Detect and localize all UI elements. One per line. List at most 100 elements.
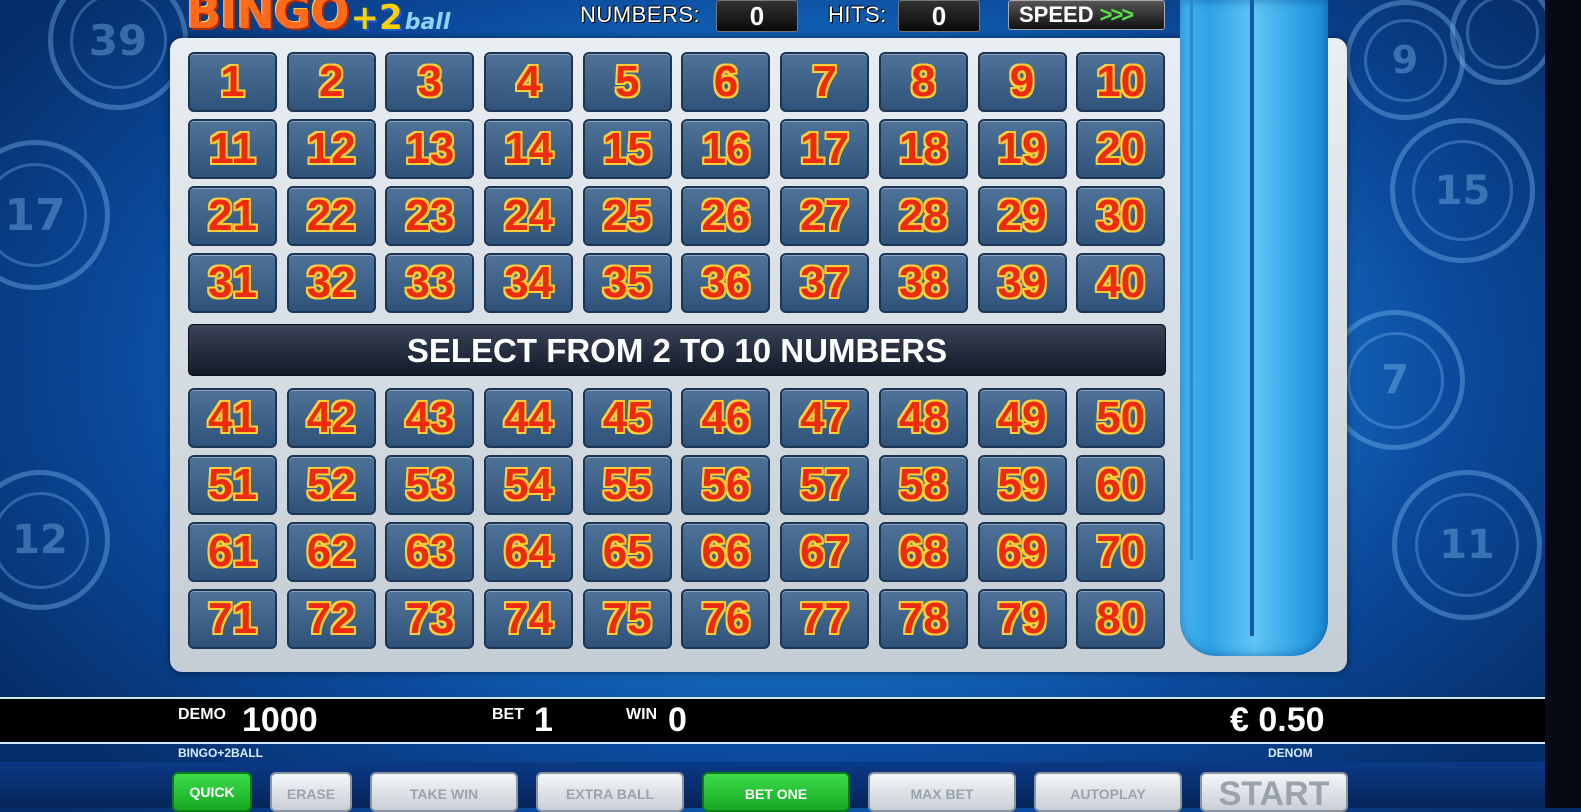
- number-cell[interactable]: 23: [385, 186, 475, 246]
- number-cell[interactable]: 20: [1076, 119, 1166, 179]
- number-cell[interactable]: 45: [582, 388, 672, 448]
- number-cell[interactable]: 79: [977, 589, 1067, 649]
- number-cell[interactable]: 4: [484, 52, 574, 112]
- denomination-value[interactable]: € 0.50: [1230, 701, 1325, 740]
- speed-label: SPEED: [1019, 2, 1094, 27]
- number-cell[interactable]: 53: [385, 455, 475, 515]
- number-cell[interactable]: 31: [188, 253, 277, 313]
- number-cell[interactable]: 34: [484, 253, 574, 313]
- number-cell[interactable]: 65: [582, 522, 672, 582]
- bet-one-button[interactable]: BET ONE: [702, 772, 850, 812]
- number-cell[interactable]: 72: [286, 589, 376, 649]
- number-cell[interactable]: 47: [780, 388, 870, 448]
- number-cell[interactable]: 44: [484, 388, 574, 448]
- take-win-button[interactable]: TAKE WIN: [370, 772, 518, 812]
- bet-value: 1: [534, 701, 553, 739]
- number-cell[interactable]: 52: [286, 455, 376, 515]
- number-cell[interactable]: 29: [977, 186, 1067, 246]
- number-cell[interactable]: 55: [582, 455, 672, 515]
- number-cell[interactable]: 41: [188, 388, 277, 448]
- number-cell[interactable]: 73: [385, 589, 475, 649]
- number-grid-bottom: 41 42 43 44 45 46 47 48 49 50 51 52 53 54 55 56 57 58 59 60…: [188, 388, 1166, 649]
- start-button[interactable]: START: [1200, 772, 1348, 812]
- number-cell[interactable]: 57: [780, 455, 870, 515]
- number-cell[interactable]: 69: [977, 522, 1067, 582]
- number-cell[interactable]: 67: [780, 522, 870, 582]
- number-cell[interactable]: 59: [977, 455, 1067, 515]
- number-cell[interactable]: 62: [286, 522, 376, 582]
- number-cell[interactable]: 8: [878, 52, 968, 112]
- background-ball: 11: [1392, 470, 1542, 620]
- number-cell[interactable]: 3: [385, 52, 475, 112]
- extra-ball-button[interactable]: EXTRA BALL: [536, 772, 684, 812]
- win-value: 0: [668, 701, 687, 739]
- number-cell[interactable]: 19: [977, 119, 1067, 179]
- number-cell[interactable]: 39: [977, 253, 1067, 313]
- number-cell[interactable]: 15: [582, 119, 672, 179]
- number-cell[interactable]: 12: [286, 119, 376, 179]
- number-cell[interactable]: 60: [1076, 455, 1166, 515]
- numbers-label: NUMBERS:: [580, 2, 701, 27]
- number-cell[interactable]: 80: [1076, 589, 1166, 649]
- number-cell[interactable]: 25: [582, 186, 672, 246]
- number-cell[interactable]: 61: [188, 522, 277, 582]
- max-bet-button[interactable]: MAX BET: [868, 772, 1016, 812]
- number-cell[interactable]: 18: [878, 119, 968, 179]
- number-cell[interactable]: 46: [681, 388, 771, 448]
- number-cell[interactable]: 64: [484, 522, 574, 582]
- number-cell[interactable]: 35: [582, 253, 672, 313]
- number-cell[interactable]: 6: [681, 52, 771, 112]
- number-cell[interactable]: 78: [878, 589, 968, 649]
- number-cell[interactable]: 68: [878, 522, 968, 582]
- number-cell[interactable]: 26: [681, 186, 771, 246]
- number-cell[interactable]: 66: [681, 522, 771, 582]
- quick-pick-button[interactable]: QUICK: [172, 772, 252, 812]
- number-cell[interactable]: 75: [582, 589, 672, 649]
- number-cell[interactable]: 36: [681, 253, 771, 313]
- erase-button[interactable]: ERASE: [270, 772, 352, 812]
- number-cell[interactable]: 1: [188, 52, 277, 112]
- number-cell[interactable]: 10: [1076, 52, 1166, 112]
- autoplay-button[interactable]: AUTOPLAY: [1034, 772, 1182, 812]
- number-cell[interactable]: 17: [780, 119, 870, 179]
- tube-divider: [1250, 0, 1254, 636]
- number-cell[interactable]: 54: [484, 455, 574, 515]
- number-cell[interactable]: 42: [286, 388, 376, 448]
- number-cell[interactable]: 9: [977, 52, 1067, 112]
- number-cell[interactable]: 5: [582, 52, 672, 112]
- number-cell[interactable]: 76: [681, 589, 771, 649]
- number-cell[interactable]: 32: [286, 253, 376, 313]
- number-cell[interactable]: 16: [681, 119, 771, 179]
- number-cell[interactable]: 63: [385, 522, 475, 582]
- number-cell[interactable]: 7: [780, 52, 870, 112]
- number-cell[interactable]: 38: [878, 253, 968, 313]
- number-cell[interactable]: 48: [878, 388, 968, 448]
- number-cell[interactable]: 70: [1076, 522, 1166, 582]
- number-cell[interactable]: 77: [780, 589, 870, 649]
- number-cell[interactable]: 40: [1076, 253, 1166, 313]
- number-cell[interactable]: 2: [286, 52, 376, 112]
- number-cell[interactable]: 50: [1076, 388, 1166, 448]
- number-cell[interactable]: 51: [188, 455, 277, 515]
- logo-plus2-text: +2: [350, 0, 403, 38]
- background-ball: 15: [1390, 118, 1535, 263]
- number-cell[interactable]: 71: [188, 589, 277, 649]
- number-cell[interactable]: 74: [484, 589, 574, 649]
- number-cell[interactable]: 58: [878, 455, 968, 515]
- number-cell[interactable]: 27: [780, 186, 870, 246]
- numbers-counter: 0: [716, 0, 798, 32]
- number-cell[interactable]: 22: [286, 186, 376, 246]
- number-cell[interactable]: 14: [484, 119, 574, 179]
- number-cell[interactable]: 28: [878, 186, 968, 246]
- number-cell[interactable]: 49: [977, 388, 1067, 448]
- number-cell[interactable]: 37: [780, 253, 870, 313]
- number-cell[interactable]: 21: [188, 186, 277, 246]
- number-cell[interactable]: 24: [484, 186, 574, 246]
- speed-button[interactable]: SPEED >>>: [1008, 0, 1165, 30]
- number-cell[interactable]: 43: [385, 388, 475, 448]
- number-cell[interactable]: 56: [681, 455, 771, 515]
- number-cell[interactable]: 11: [188, 119, 277, 179]
- number-cell[interactable]: 13: [385, 119, 475, 179]
- number-cell[interactable]: 33: [385, 253, 475, 313]
- number-cell[interactable]: 30: [1076, 186, 1166, 246]
